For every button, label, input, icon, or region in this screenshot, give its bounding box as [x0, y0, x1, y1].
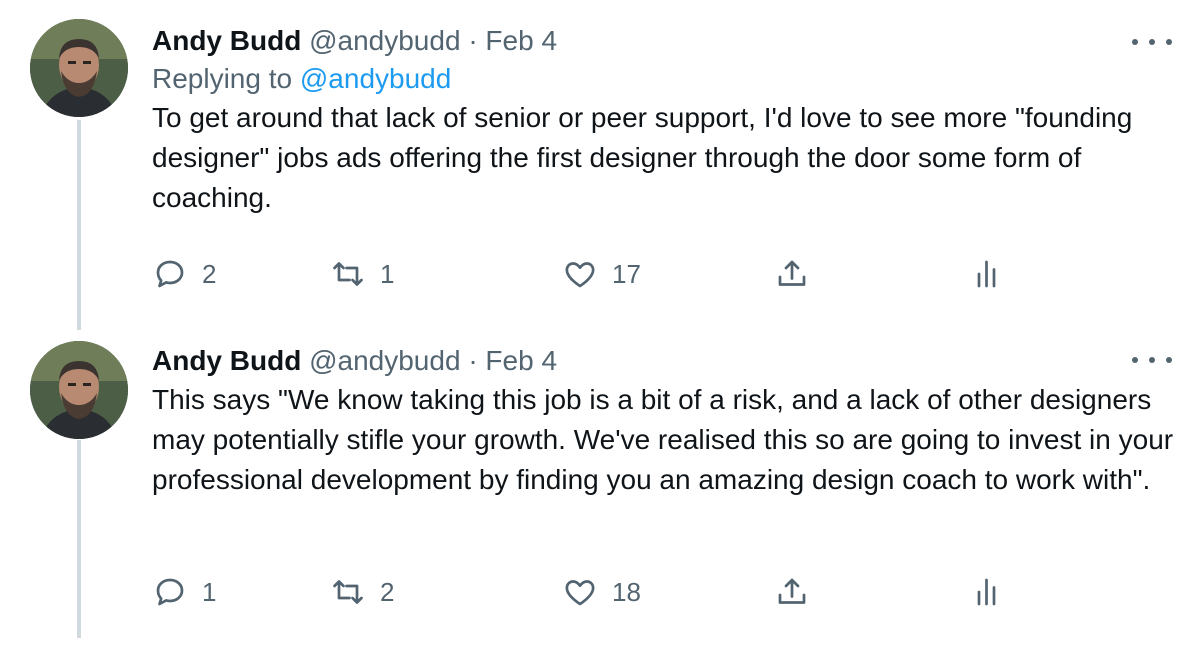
analytics-button[interactable]: [970, 254, 1006, 294]
separator: ·: [468, 25, 478, 56]
thread-line: [77, 120, 81, 330]
tweet-date[interactable]: Feb 4: [485, 345, 557, 376]
like-count: 18: [612, 576, 641, 607]
reply-icon: [156, 578, 184, 606]
tweet[interactable]: Andy Budd @andybudd · Feb 4 Replying to …: [0, 0, 1200, 330]
avatar[interactable]: [30, 19, 128, 117]
more-button[interactable]: [1132, 32, 1172, 52]
share-icon: [778, 260, 806, 286]
author-handle[interactable]: @andybudd: [309, 345, 460, 376]
heart-icon: [565, 580, 595, 606]
tweet-date[interactable]: Feb 4: [485, 25, 557, 56]
tweet-text: This says "We know taking this job is a …: [152, 384, 1181, 495]
tweet[interactable]: Andy Budd @andybudd · Feb 4 This says "W…: [0, 330, 1200, 649]
retweet-icon: [333, 262, 363, 286]
analytics-icon: [977, 578, 996, 606]
share-icon: [778, 578, 806, 604]
avatar[interactable]: [30, 341, 128, 439]
reply-count: 2: [202, 258, 217, 289]
author-name[interactable]: Andy Budd: [152, 345, 301, 376]
tweet-body: Andy Budd @andybudd · Feb 4 Replying to …: [152, 22, 1176, 218]
more-icon: [1132, 39, 1138, 45]
avatar-photo: [30, 341, 128, 439]
replying-prefix: Replying to: [152, 63, 293, 94]
tweet-body: Andy Budd @andybudd · Feb 4 This says "W…: [152, 342, 1176, 500]
retweet-count: 2: [380, 576, 395, 607]
reply-count: 1: [202, 576, 217, 607]
avatar-photo: [30, 19, 128, 117]
tweet-header: Andy Budd @andybudd · Feb 4: [152, 342, 1176, 380]
retweet-icon: [333, 580, 363, 604]
retweet-button[interactable]: 1: [330, 254, 394, 294]
tweet-header: Andy Budd @andybudd · Feb 4: [152, 22, 1176, 60]
thread-line: [77, 440, 81, 638]
reply-button[interactable]: 2: [152, 254, 216, 294]
like-button[interactable]: 17: [562, 254, 641, 294]
like-count: 17: [612, 258, 641, 289]
share-button[interactable]: [774, 254, 810, 294]
author-handle[interactable]: @andybudd: [309, 25, 460, 56]
more-button[interactable]: [1132, 350, 1172, 370]
analytics-button[interactable]: [970, 572, 1006, 612]
retweet-count: 1: [380, 258, 395, 289]
more-icon: [1132, 357, 1138, 363]
share-button[interactable]: [774, 572, 810, 612]
tweet-actions: 1 2 18: [152, 572, 1052, 612]
reply-icon: [156, 260, 184, 288]
analytics-icon: [977, 260, 996, 288]
like-button[interactable]: 18: [562, 572, 641, 612]
tweet-text: To get around that lack of senior or pee…: [152, 102, 1141, 213]
author-name[interactable]: Andy Budd: [152, 25, 301, 56]
replying-handle-link[interactable]: @andybudd: [300, 63, 451, 94]
separator: ·: [468, 345, 478, 376]
replying-to: Replying to @andybudd: [152, 60, 1176, 98]
retweet-button[interactable]: 2: [330, 572, 394, 612]
tweet-actions: 2 1 17: [152, 254, 1052, 294]
heart-icon: [565, 262, 595, 288]
reply-button[interactable]: 1: [152, 572, 216, 612]
